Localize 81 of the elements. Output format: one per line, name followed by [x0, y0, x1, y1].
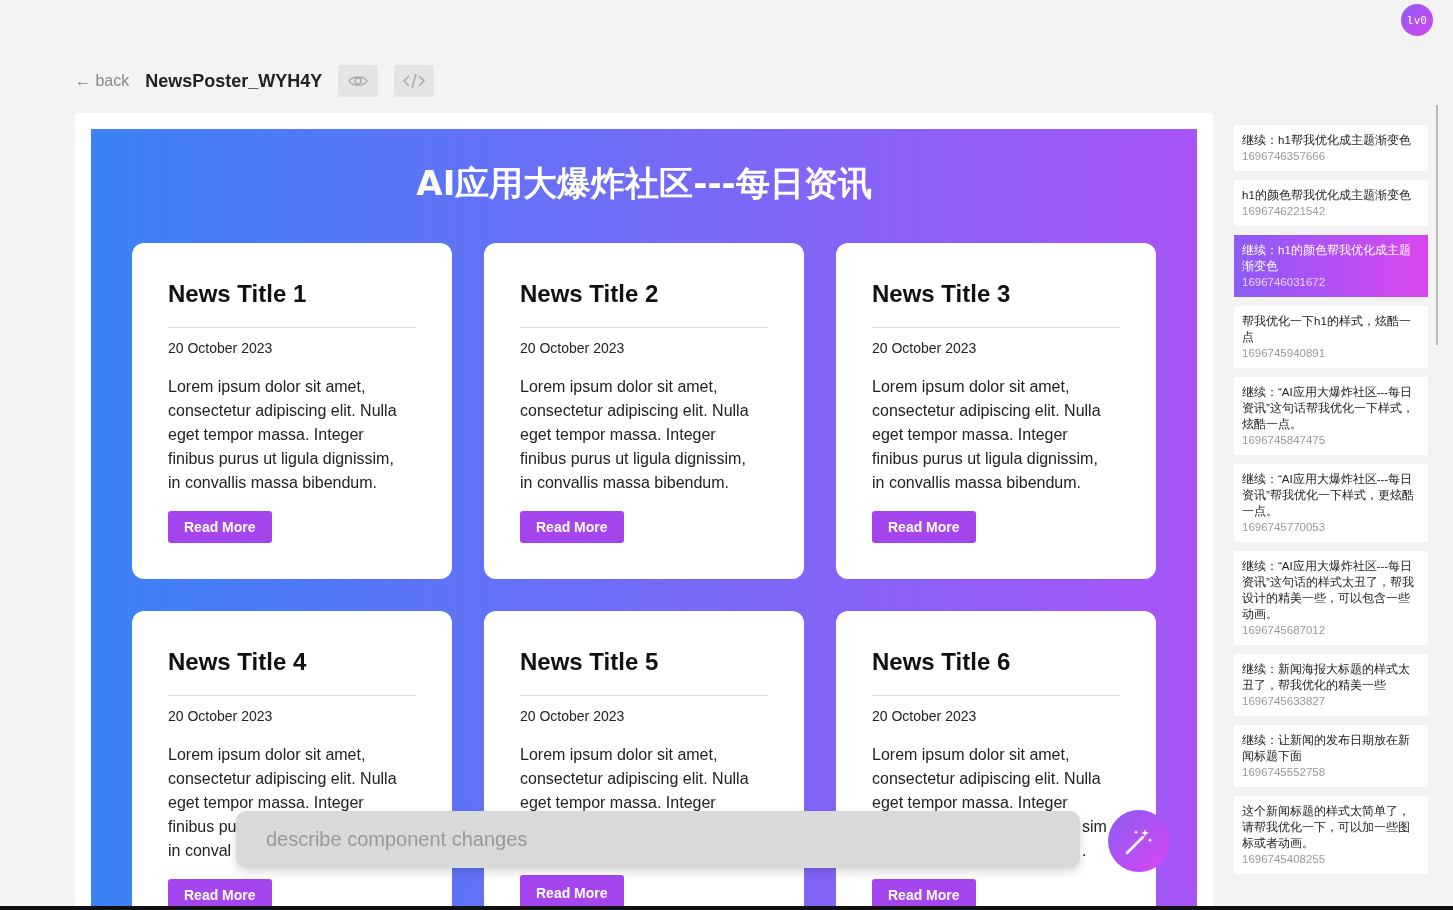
- news-date: 20 October 2023: [872, 339, 977, 358]
- news-body-line: consectetur adipiscing elit. Nulla: [168, 401, 397, 421]
- history-text: 继续：新闻海报大标题的样式太丑了，帮我优化的精美一些: [1242, 662, 1411, 693]
- news-body-line: in convallis massa bibendum.: [520, 473, 729, 493]
- news-body-line: Lorem ipsum dolor sit amet,: [872, 745, 1070, 765]
- news-body-line: Lorem ipsum dolor sit amet,: [872, 377, 1070, 397]
- news-title: News Title 2: [520, 279, 659, 309]
- history-item[interactable]: 继续：新闻海报大标题的样式太丑了，帮我优化的精美一些 1696745633827: [1234, 654, 1428, 716]
- news-body-line: sim: [1082, 817, 1107, 837]
- news-date: 20 October 2023: [520, 339, 625, 358]
- news-body-line: consectetur adipiscing elit. Nulla: [168, 769, 397, 789]
- history-text: 继续：“AI应用大爆炸社区---每日资讯”帮我优化一下样式，更炫酷一点。: [1242, 472, 1415, 519]
- history-item[interactable]: h1的颜色帮我优化成主题渐变色 1696746221542: [1234, 180, 1428, 226]
- news-body-line: consectetur adipiscing elit. Nulla: [520, 401, 749, 421]
- news-title: News Title 1: [168, 279, 307, 309]
- history-timestamp: 1696745552758: [1242, 765, 1327, 780]
- history-timestamp: 1696745687012: [1242, 623, 1327, 638]
- news-body-line: consectetur adipiscing elit. Nulla: [872, 769, 1101, 789]
- read-more-button[interactable]: Read More: [168, 511, 272, 543]
- history-timestamp: 1696745940891: [1242, 346, 1327, 361]
- history-item[interactable]: 继续：“AI应用大爆炸社区---每日资讯”帮我优化一下样式，更炫酷一点。 1696745770053: [1234, 464, 1428, 542]
- news-body-line: in convallis massa bibendum.: [872, 473, 1081, 493]
- news-body-line: Lorem ipsum dolor sit amet,: [520, 377, 718, 397]
- prompt-field[interactable]: describe component changes: [236, 811, 1080, 868]
- history-text: 继续：h1的颜色帮我优化成主题渐变色: [1242, 243, 1412, 274]
- history-text: 这个新闻标题的样式太简单了，请帮我优化一下，可以加一些图标或者动画。: [1242, 804, 1411, 851]
- preview-button[interactable]: [338, 65, 379, 97]
- news-body-line: .: [1082, 841, 1087, 861]
- news-body-line: eget tempor massa. Integer: [520, 793, 716, 813]
- eye-icon: [348, 74, 369, 88]
- news-body-line: consectetur adipiscing elit. Nulla: [520, 769, 749, 789]
- history-timestamp: 1696745847475: [1242, 433, 1327, 448]
- news-body-line: finibus purus ut ligula dignissim,: [872, 449, 1098, 469]
- news-title: News Title 5: [520, 647, 659, 677]
- history-timestamp: 1696745770053: [1242, 520, 1327, 535]
- news-title: News Title 4: [168, 647, 307, 677]
- news-body-line: Lorem ipsum dolor sit amet,: [168, 745, 366, 765]
- code-button[interactable]: [394, 65, 435, 97]
- news-date: 20 October 2023: [168, 707, 273, 726]
- news-body-line: eget tempor massa. Integer: [872, 793, 1068, 813]
- news-body-line: finibus purus ut ligula dignissim,: [168, 449, 394, 469]
- news-date: 20 October 2023: [520, 707, 625, 726]
- news-body-line: Lorem ipsum dolor sit amet,: [168, 377, 366, 397]
- history-timestamp: 1696746357666: [1242, 149, 1327, 164]
- news-title: News Title 3: [872, 279, 1011, 309]
- history-text: 帮我优化一下h1的样式，炫酷一点: [1242, 314, 1412, 345]
- history-text: h1的颜色帮我优化成主题渐变色: [1242, 188, 1412, 203]
- news-body-line: in conval: [168, 841, 232, 861]
- history-text: 继续：“AI应用大爆炸社区---每日资讯”这句话的样式太丑了，帮我设计的精美一些，可以包含一些动画。: [1242, 559, 1415, 622]
- news-body-line: eget tempor massa. Integer: [168, 793, 364, 813]
- read-more-button[interactable]: Read More: [520, 511, 624, 543]
- history-text: 继续：h1帮我优化成主题渐变色: [1242, 133, 1412, 148]
- history-timestamp: 1696746221542: [1242, 204, 1327, 219]
- avatar[interactable]: lv0: [1401, 4, 1433, 36]
- poster-heading: AI应用大爆炸社区---每日资讯: [416, 162, 872, 205]
- history-item[interactable]: 继续：“AI应用大爆炸社区---每日资讯”这句话的样式太丑了，帮我设计的精美一些，可以包含一些动画。 1696745687012: [1234, 551, 1428, 645]
- news-date: 20 October 2023: [872, 707, 977, 726]
- news-body-line: consectetur adipiscing elit. Nulla: [872, 401, 1101, 421]
- news-body-line: finibus purus ut ligula dignissim,: [520, 449, 746, 469]
- history-item[interactable]: 这个新闻标题的样式太简单了，请帮我优化一下，可以加一些图标或者动画。 1696745408255: [1234, 796, 1428, 874]
- read-more-button[interactable]: Read More: [872, 511, 976, 543]
- news-date: 20 October 2023: [168, 339, 273, 358]
- news-body-line: eget tempor massa. Integer: [520, 425, 716, 445]
- history-timestamp: 1696745408255: [1242, 852, 1327, 867]
- news-body-line: in convallis massa bibendum.: [168, 473, 377, 493]
- history-item[interactable]: 继续：“AI应用大爆炸社区---每日资讯”这句话帮我优化一下样式，炫酷一点。 1696745847475: [1234, 377, 1428, 455]
- history-item[interactable]: 继续：让新闻的发布日期放在新闻标题下面 1696745552758: [1234, 725, 1428, 787]
- news-body-line: eget tempor massa. Integer: [168, 425, 364, 445]
- history-timestamp: 1696746031672: [1242, 275, 1327, 290]
- history-timestamp: 1696745633827: [1242, 694, 1327, 709]
- news-title: News Title 6: [872, 647, 1011, 677]
- news-body-line: Lorem ipsum dolor sit amet,: [520, 745, 718, 765]
- news-body-line: finibus pu: [168, 817, 237, 837]
- news-body-line: eget tempor massa. Integer: [872, 425, 1068, 445]
- history-text: 继续：“AI应用大爆炸社区---每日资讯”这句话帮我优化一下样式，炫酷一点。: [1242, 385, 1415, 432]
- code-icon: [402, 73, 427, 89]
- history-item[interactable]: 帮我优化一下h1的样式，炫酷一点 1696745940891: [1234, 306, 1428, 368]
- history-text: 继续：让新闻的发布日期放在新闻标题下面: [1242, 733, 1411, 764]
- history-item[interactable]: 继续：h1的颜色帮我优化成主题渐变色 1696746031672: [1234, 235, 1428, 297]
- project-title: NewsPoster_WYH4Y: [145, 70, 323, 92]
- history-item[interactable]: 继续：h1帮我优化成主题渐变色 1696746357666: [1234, 125, 1428, 171]
